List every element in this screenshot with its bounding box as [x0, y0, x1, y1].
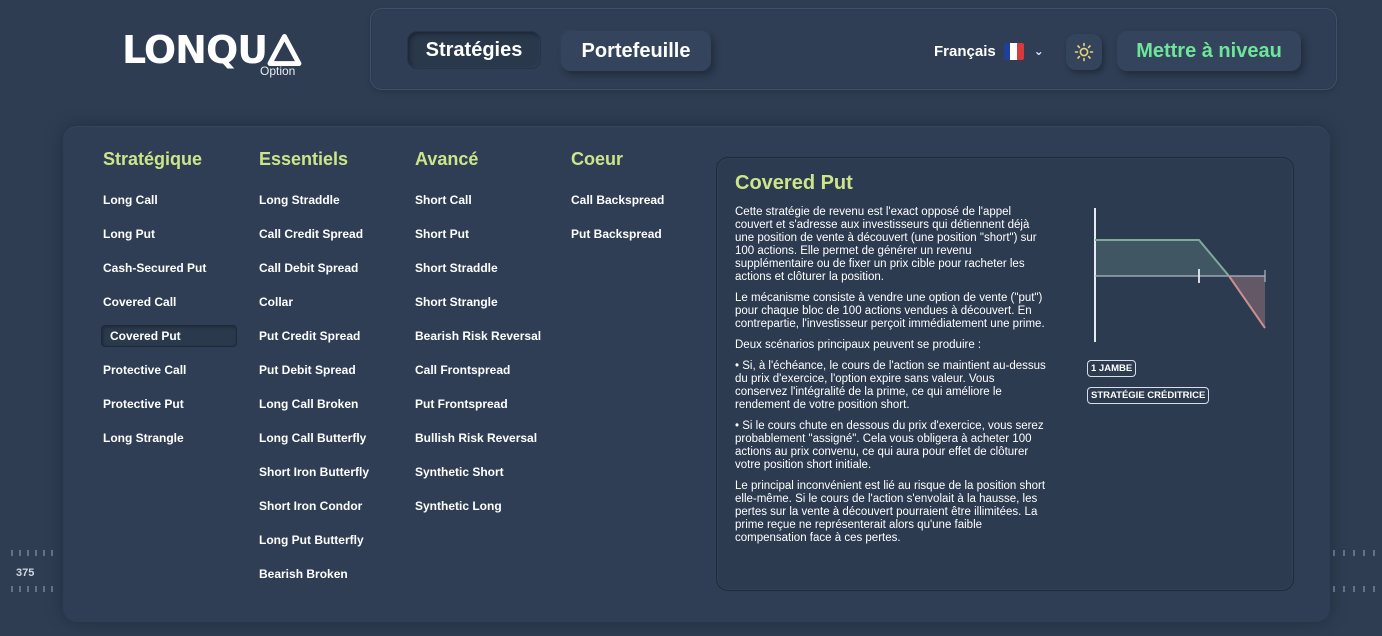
detail-paragraph: Deux scénarios principaux peuvent se pro…	[735, 339, 982, 351]
strategy-item[interactable]: Cash-Secured Put	[103, 257, 206, 279]
strategy-item[interactable]: Bearish Risk Reversal	[415, 325, 541, 347]
detail-paragraph: Cette stratégie de revenu est l'exact op…	[735, 206, 1037, 283]
scale-value: 375	[16, 567, 35, 579]
strategy-item[interactable]: Short Iron Butterfly	[259, 461, 369, 483]
strategy-item[interactable]: Long Strangle	[103, 427, 184, 449]
strategy-item[interactable]: Put Debit Spread	[259, 359, 356, 381]
nav-strategies-button[interactable]: Stratégies	[407, 31, 541, 69]
chevron-down-icon: ⌄	[1033, 44, 1044, 58]
strategy-item[interactable]: Call Debit Spread	[259, 257, 358, 279]
strategy-item[interactable]: Put Backspread	[571, 223, 662, 245]
right-scale-ticks	[1333, 550, 1375, 592]
french-flag-icon	[1003, 42, 1024, 60]
strategy-item[interactable]: Call Credit Spread	[259, 223, 363, 245]
strategy-item[interactable]: Bullish Risk Reversal	[415, 427, 537, 449]
strategy-item[interactable]: Long Call Butterfly	[259, 427, 366, 449]
detail-paragraph: • Si le cours chute en dessous du prix d…	[735, 420, 1044, 471]
strategy-item[interactable]: Short Iron Condor	[259, 495, 362, 517]
payoff-profit-area	[1095, 240, 1229, 276]
sun-icon	[1074, 42, 1094, 62]
top-navigation-bar: Stratégies Portefeuille Français ⌄ Mettr…	[370, 8, 1337, 90]
strategy-item[interactable]: Put Credit Spread	[259, 325, 360, 347]
column-heading: Coeur	[571, 149, 624, 169]
column-heading: Stratégique	[103, 149, 203, 169]
strategy-item[interactable]: Covered Call	[103, 291, 176, 313]
column-heading: Avancé	[415, 149, 479, 169]
language-selector[interactable]: Français ⌄	[934, 39, 1044, 63]
legs-badge: 1 JAMBE	[1087, 360, 1137, 377]
language-label: Français	[934, 42, 996, 60]
strategy-item[interactable]: Short Strangle	[415, 291, 498, 313]
logo[interactable]: LONQU Option	[122, 30, 302, 82]
strategy-item[interactable]: Long Straddle	[259, 189, 340, 211]
strategy-item-selected[interactable]: Covered Put	[101, 325, 237, 347]
detail-description: Cette stratégie de revenu est l'exact op…	[735, 206, 1047, 553]
strategy-item[interactable]: Long Call Broken	[259, 393, 358, 415]
strategy-item[interactable]: Synthetic Short	[415, 461, 504, 483]
strategy-item[interactable]: Collar	[259, 291, 293, 313]
detail-title: Covered Put	[735, 172, 853, 194]
logo-triangle-icon	[267, 34, 302, 66]
strategy-item[interactable]: Bearish Broken	[259, 563, 348, 585]
theme-toggle-button[interactable]	[1066, 34, 1102, 70]
credit-strategy-badge: STRATÉGIE CRÉDITRICE	[1087, 387, 1210, 404]
strategies-menu-panel: Stratégique Long Call Long Put Cash-Secured…	[63, 126, 1330, 622]
nav-portfolio-button[interactable]: Portefeuille	[561, 31, 711, 71]
strategy-item[interactable]: Long Put	[103, 223, 155, 245]
detail-paragraph: Le mécanisme consiste à vendre une optio…	[735, 292, 1045, 330]
strategy-item[interactable]: Short Call	[415, 189, 472, 211]
strategy-item[interactable]: Protective Call	[103, 359, 186, 381]
column-heading: Essentiels	[259, 149, 349, 169]
upgrade-button[interactable]: Mettre à niveau	[1117, 31, 1301, 71]
strategy-item[interactable]: Long Put Butterfly	[259, 529, 364, 551]
payoff-diagram	[1094, 208, 1266, 342]
detail-paragraph: Le principal inconvénient est lié au ris…	[735, 480, 1046, 544]
detail-paragraph: • Si, à l'échéance, le cours de l'action…	[735, 360, 1046, 411]
strategy-item[interactable]: Short Put	[415, 223, 469, 245]
strategy-item[interactable]: Protective Put	[103, 393, 184, 415]
logo-text: LONQU	[122, 28, 268, 72]
strategy-item[interactable]: Call Backspread	[571, 189, 664, 211]
strategy-item[interactable]: Call Frontspread	[415, 359, 510, 381]
strategy-detail-card: Covered Put Cette stratégie de revenu es…	[716, 157, 1294, 591]
strategy-item[interactable]: Short Straddle	[415, 257, 498, 279]
strategy-item[interactable]: Synthetic Long	[415, 495, 502, 517]
strategy-item[interactable]: Long Call	[103, 189, 158, 211]
logo-subtitle: Option	[260, 64, 296, 78]
strategy-item[interactable]: Put Frontspread	[415, 393, 508, 415]
